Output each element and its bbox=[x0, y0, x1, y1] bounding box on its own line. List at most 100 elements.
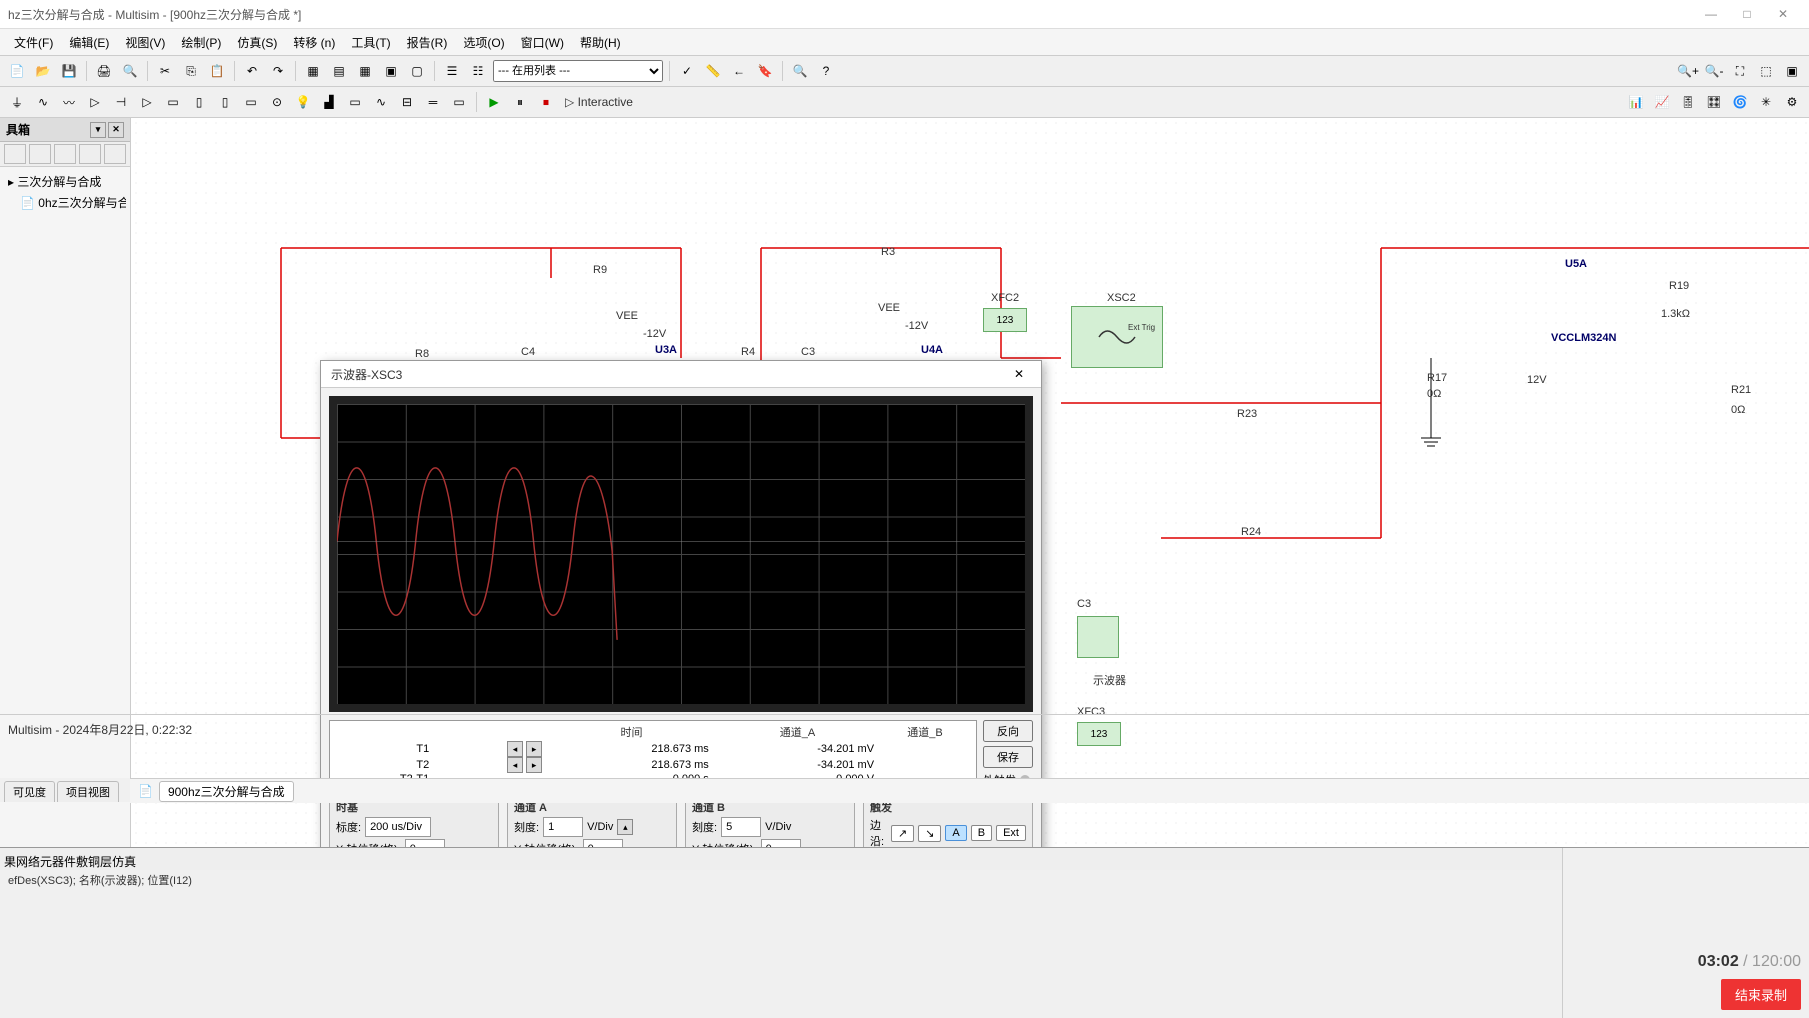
zoomfit-icon[interactable]: ⛶ bbox=[1729, 60, 1751, 82]
output-pane: Multisim - 2024年8月22日, 0:22:32 bbox=[0, 714, 1809, 847]
open-icon[interactable]: 📂 bbox=[32, 60, 54, 82]
electro-icon[interactable]: ⊟ bbox=[396, 91, 418, 113]
ic-icon[interactable]: ▭ bbox=[162, 91, 184, 113]
measure-icon[interactable]: 📏 bbox=[702, 60, 724, 82]
ref-VCC-U5: VCCLM324N bbox=[1551, 332, 1616, 344]
menu-options[interactable]: 选项(O) bbox=[455, 34, 512, 51]
paste-icon[interactable]: 📋 bbox=[206, 60, 228, 82]
minimize-button[interactable]: — bbox=[1693, 4, 1729, 24]
misc2-icon[interactable]: ▭ bbox=[344, 91, 366, 113]
inst5-icon[interactable]: 🌀 bbox=[1729, 91, 1751, 113]
close-button[interactable]: ✕ bbox=[1765, 4, 1801, 24]
resistor-icon[interactable]: 〰 bbox=[58, 91, 80, 113]
back-icon[interactable]: ← bbox=[728, 60, 750, 82]
btab-result[interactable]: 果 bbox=[4, 853, 16, 870]
indicator-icon[interactable]: 💡 bbox=[292, 91, 314, 113]
menu-edit[interactable]: 编辑(E) bbox=[61, 34, 117, 51]
ttl-icon[interactable]: ▯ bbox=[188, 91, 210, 113]
btab-network[interactable]: 网络 bbox=[16, 853, 40, 870]
find-icon[interactable]: 🔍 bbox=[789, 60, 811, 82]
btab-simulation[interactable]: 仿真 bbox=[112, 853, 136, 870]
menu-help[interactable]: 帮助(H) bbox=[572, 34, 629, 51]
source-icon[interactable]: ∿ bbox=[32, 91, 54, 113]
scope-component[interactable] bbox=[1077, 616, 1119, 658]
cut-icon[interactable]: ✂ bbox=[154, 60, 176, 82]
connector-icon[interactable]: ⊙ bbox=[266, 91, 288, 113]
ref-m12v-2: -12V bbox=[905, 320, 928, 332]
copy-icon[interactable]: ⎘ bbox=[180, 60, 202, 82]
new-icon[interactable]: 📄 bbox=[6, 60, 28, 82]
sb-tool5-icon[interactable] bbox=[104, 144, 126, 164]
run-icon[interactable]: ▶ bbox=[483, 91, 505, 113]
stop-recording-button[interactable]: 结束录制 bbox=[1721, 979, 1801, 1010]
hier-icon[interactable]: ▭ bbox=[448, 91, 470, 113]
bookmark-icon[interactable]: 🔖 bbox=[754, 60, 776, 82]
menu-simulate[interactable]: 仿真(S) bbox=[229, 34, 285, 51]
spreadsheet-icon[interactable]: ▤ bbox=[328, 60, 350, 82]
menu-transfer[interactable]: 转移 (n) bbox=[285, 34, 343, 51]
menu-tools[interactable]: 工具(T) bbox=[343, 34, 398, 51]
rf-icon[interactable]: ∿ bbox=[370, 91, 392, 113]
stop-icon[interactable]: ⏹ bbox=[535, 91, 557, 113]
redo-icon[interactable]: ↷ bbox=[267, 60, 289, 82]
diode-icon[interactable]: ▷ bbox=[84, 91, 106, 113]
probe-icon[interactable]: ✓ bbox=[676, 60, 698, 82]
tool2-icon[interactable]: ☷ bbox=[467, 60, 489, 82]
inst2-icon[interactable]: 📈 bbox=[1651, 91, 1673, 113]
preview-icon[interactable]: 🔍 bbox=[119, 60, 141, 82]
menu-file[interactable]: 文件(F) bbox=[6, 34, 61, 51]
sheet-icon[interactable]: ▦ bbox=[302, 60, 324, 82]
zoomin-icon[interactable]: 🔍+ bbox=[1677, 60, 1699, 82]
ref-VEE1: VEE bbox=[616, 310, 638, 322]
menu-reports[interactable]: 报告(R) bbox=[399, 34, 456, 51]
misc-icon[interactable]: ▭ bbox=[240, 91, 262, 113]
ref-R8: R8 bbox=[415, 348, 429, 360]
inst3-icon[interactable]: 🎚 bbox=[1677, 91, 1699, 113]
help-icon[interactable]: ? bbox=[815, 60, 837, 82]
power-icon[interactable]: ▟ bbox=[318, 91, 340, 113]
sidebar-close-icon[interactable]: ✕ bbox=[108, 122, 124, 138]
scope-close-icon[interactable]: ✕ bbox=[1007, 365, 1031, 383]
inst4-icon[interactable]: 🎛 bbox=[1703, 91, 1725, 113]
status-bar: efDes(XSC3); 名称(示波器); 位置(I12) bbox=[0, 870, 1562, 890]
inst1-icon[interactable]: 📊 bbox=[1625, 91, 1647, 113]
grid-icon[interactable]: ▦ bbox=[354, 60, 376, 82]
menu-view[interactable]: 视图(V) bbox=[117, 34, 173, 51]
scope-title: 示波器-XSC3 bbox=[331, 366, 1007, 383]
tree-item-design[interactable]: 📄 0hz三次分解与合成 bbox=[4, 192, 126, 213]
xfc2-box[interactable]: 123 bbox=[983, 308, 1027, 332]
tree-root[interactable]: ▸ 三次分解与合成 bbox=[4, 171, 126, 192]
maximize-button[interactable]: □ bbox=[1729, 4, 1765, 24]
component-list-select[interactable]: --- 在用列表 --- bbox=[493, 60, 663, 82]
inst7-icon[interactable]: ⚙ bbox=[1781, 91, 1803, 113]
bus-icon[interactable]: ═ bbox=[422, 91, 444, 113]
save-icon[interactable]: 💾 bbox=[58, 60, 80, 82]
db-icon[interactable]: ▣ bbox=[380, 60, 402, 82]
sb-tool2-icon[interactable] bbox=[29, 144, 51, 164]
ground-icon[interactable]: ⏚ bbox=[6, 91, 28, 113]
zoomarea-icon[interactable]: ⬚ bbox=[1755, 60, 1777, 82]
cmos-icon[interactable]: ▯ bbox=[214, 91, 236, 113]
pause-icon[interactable]: ⏸ bbox=[509, 91, 531, 113]
window-icon[interactable]: ▢ bbox=[406, 60, 428, 82]
sb-tool4-icon[interactable] bbox=[79, 144, 101, 164]
zoomout-icon[interactable]: 🔍- bbox=[1703, 60, 1725, 82]
print-icon[interactable]: 🖨 bbox=[93, 60, 115, 82]
sidebar-pin-icon[interactable]: ▾ bbox=[90, 122, 106, 138]
ref-exttrig: Ext Trig bbox=[1128, 323, 1155, 332]
inst6-icon[interactable]: ✳ bbox=[1755, 91, 1777, 113]
undo-icon[interactable]: ↶ bbox=[241, 60, 263, 82]
tool-icon[interactable]: ☰ bbox=[441, 60, 463, 82]
menu-draw[interactable]: 绘制(P) bbox=[173, 34, 229, 51]
menu-window[interactable]: 窗口(W) bbox=[513, 34, 572, 51]
btab-components[interactable]: 元器件 bbox=[40, 853, 76, 870]
sb-tool3-icon[interactable] bbox=[54, 144, 76, 164]
ref-R4: R4 bbox=[741, 346, 755, 358]
xsc2-box[interactable] bbox=[1071, 306, 1163, 368]
opamp-icon[interactable]: ▷ bbox=[136, 91, 158, 113]
sb-tool1-icon[interactable] bbox=[4, 144, 26, 164]
scope-screen[interactable] bbox=[329, 396, 1033, 712]
fullscreen-icon[interactable]: ▣ bbox=[1781, 60, 1803, 82]
transistor-icon[interactable]: ⊣ bbox=[110, 91, 132, 113]
btab-copper[interactable]: 敷铜层 bbox=[76, 853, 112, 870]
